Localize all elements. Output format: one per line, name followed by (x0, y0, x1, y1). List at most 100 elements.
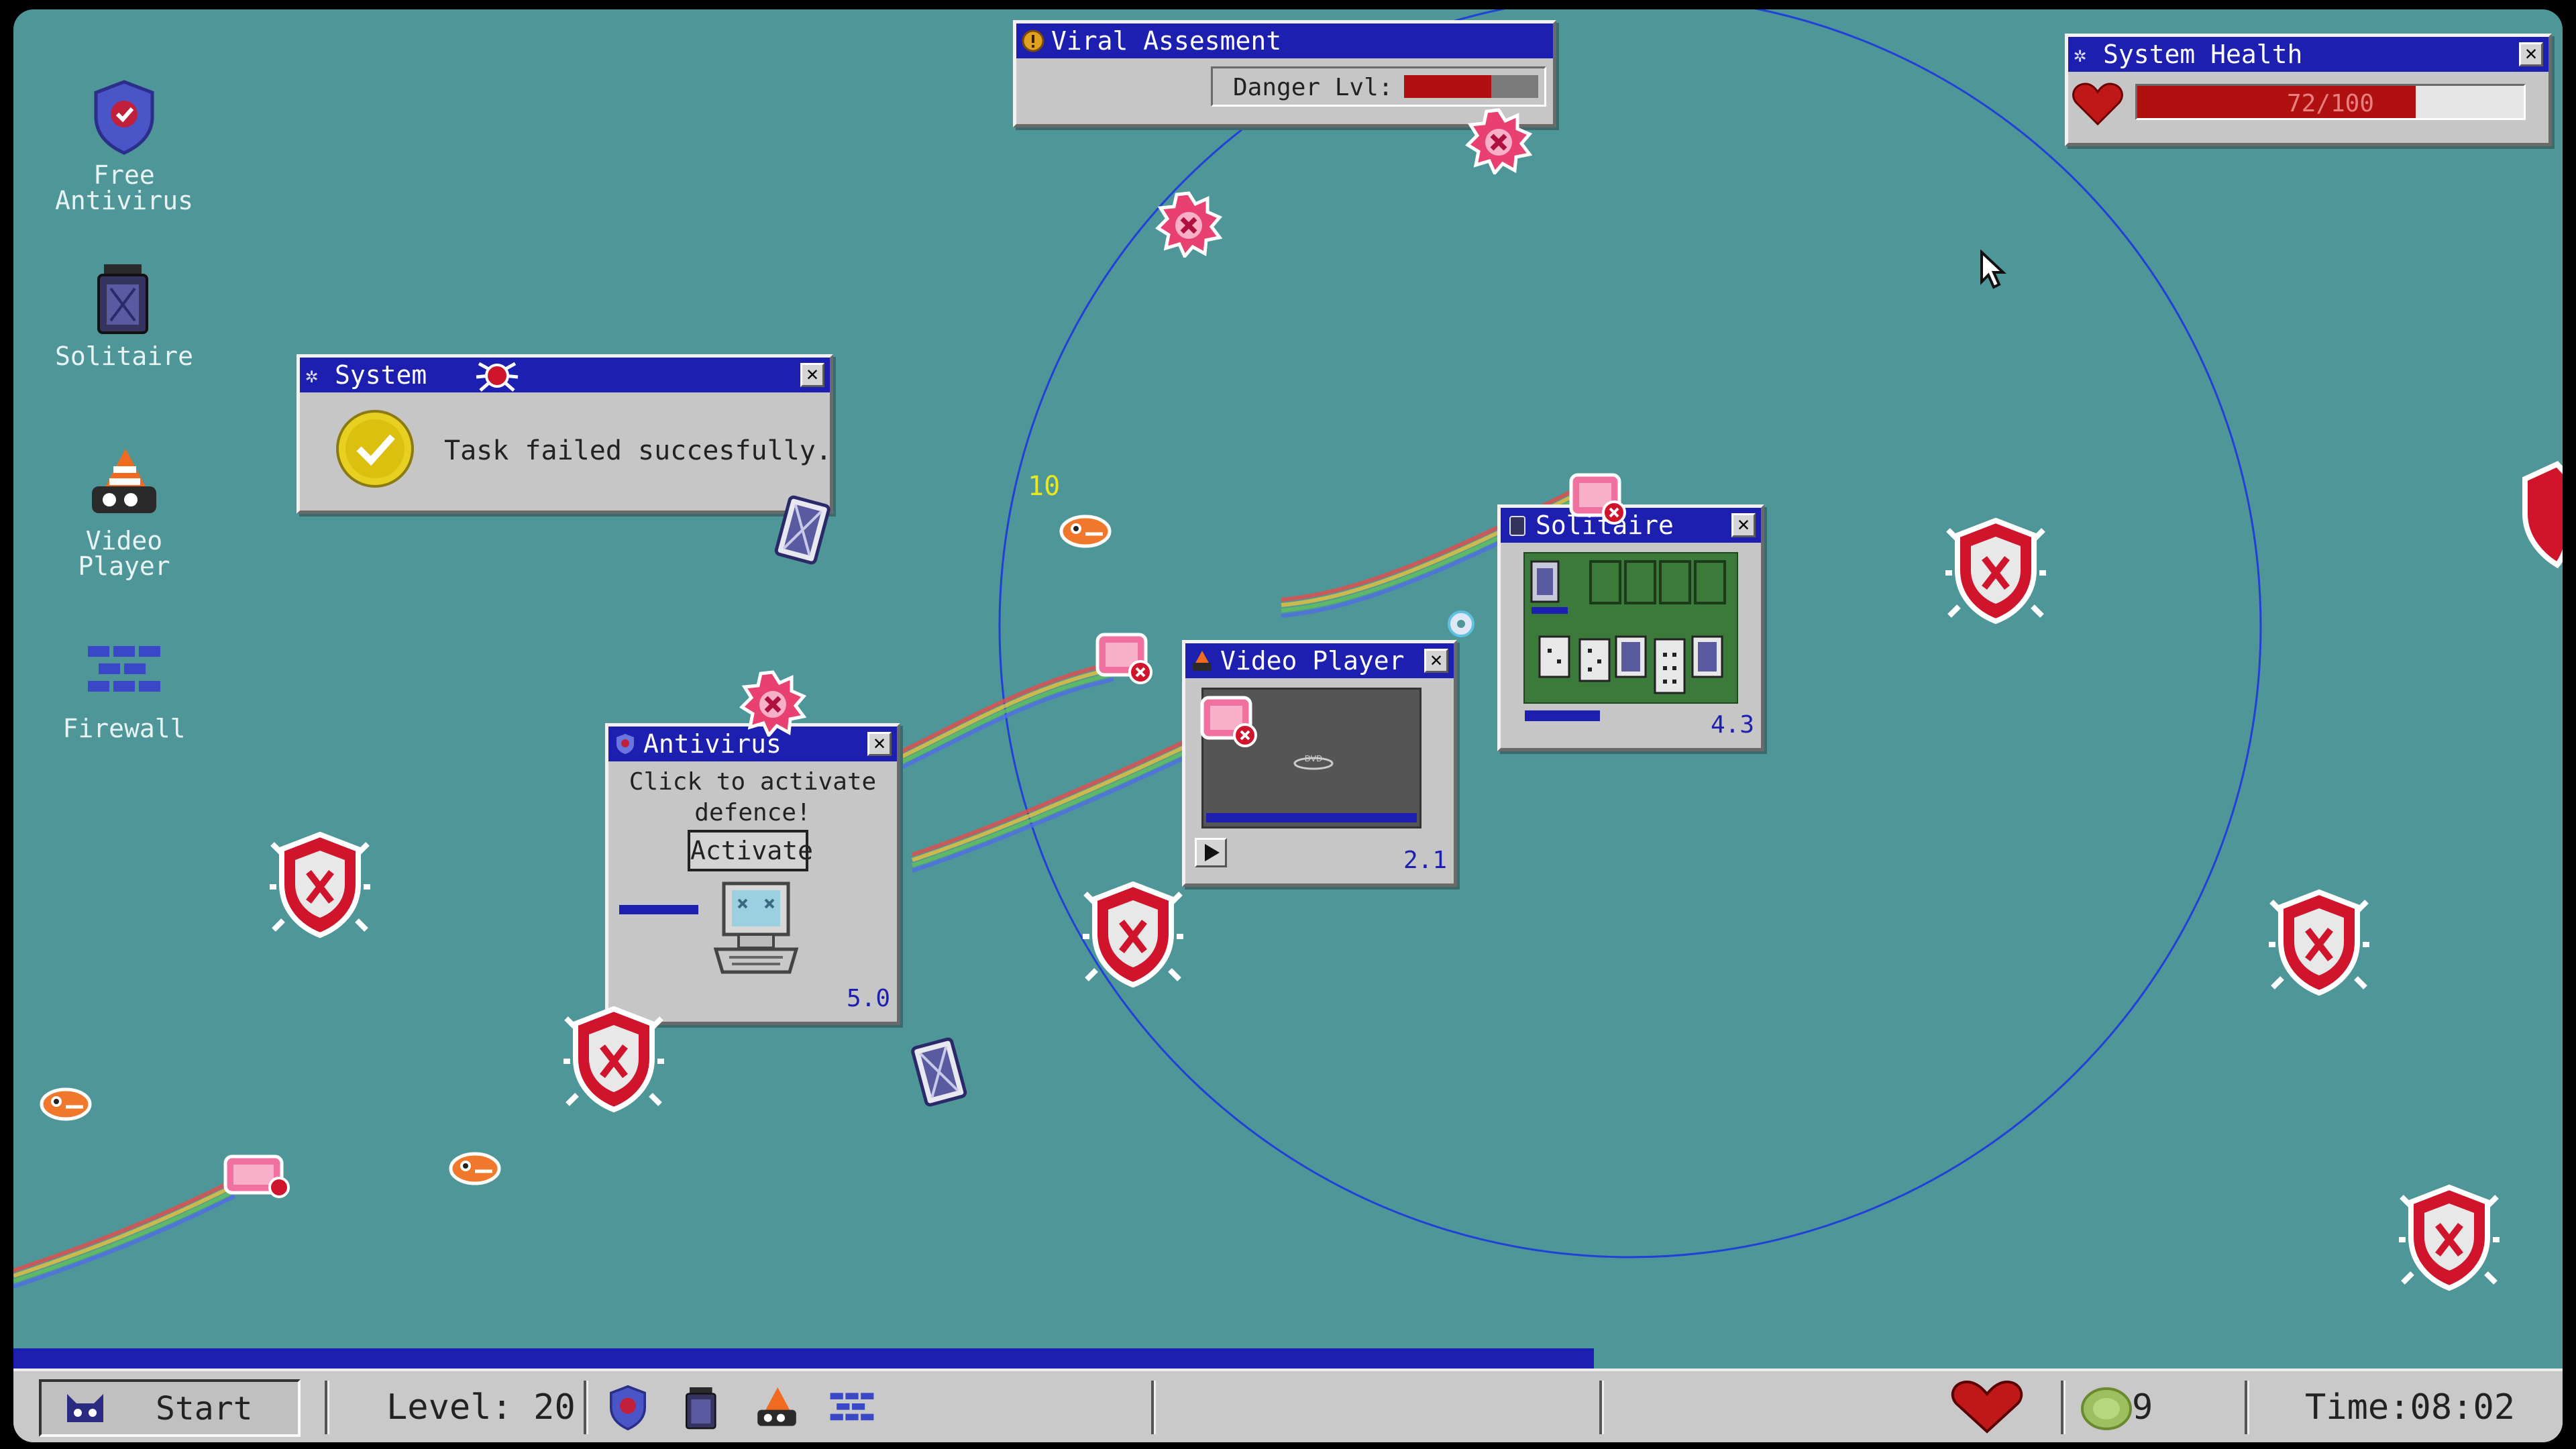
card-projectile (774, 495, 830, 565)
taskbar-video-player-icon[interactable] (750, 1383, 804, 1432)
system-dialog-message: Task failed succesfully. (444, 435, 832, 466)
taskbar-separator (584, 1381, 588, 1434)
cat-icon (67, 1394, 103, 1422)
shield-bug-enemy (270, 831, 370, 938)
shield-bug-enemy (2522, 461, 2563, 569)
close-button[interactable]: ✕ (800, 363, 824, 387)
floating-damage-number: 10 (1028, 471, 1061, 502)
taskbar-separator (1599, 1381, 1604, 1434)
system-health-titlebar[interactable]: ✲ System Health ✕ (2068, 37, 2548, 72)
shield-bug-enemy (2399, 1184, 2500, 1291)
gear-icon: ✲ (305, 362, 319, 388)
desktop-icon-free-antivirus[interactable]: Free Antivirus (40, 76, 208, 213)
mouse-cursor (1980, 250, 2007, 289)
taskbar-solitaire-icon[interactable] (678, 1383, 726, 1432)
time-display: Time:08:02 (2305, 1387, 2516, 1428)
close-button[interactable]: ✕ (867, 732, 892, 756)
start-button[interactable]: Start (39, 1379, 301, 1437)
heart-icon (2072, 83, 2123, 126)
shield-icon (616, 734, 634, 754)
shield-bug-enemy (2269, 889, 2369, 996)
spiky-virus-enemy (1155, 191, 1222, 258)
danger-level-fill (1404, 75, 1491, 98)
heart-icon (1951, 1381, 2023, 1434)
shield-bug-enemy (564, 1006, 664, 1113)
spider-virus-enemy (476, 362, 519, 392)
video-player-title: Video Player (1220, 646, 1405, 676)
system-dialog-titlebar[interactable]: ✲ System ✕ (300, 358, 830, 392)
taskbar-antivirus-icon[interactable] (604, 1383, 652, 1432)
solitaire-icon (84, 258, 164, 338)
wave-progress-bar (13, 1348, 1594, 1368)
start-label: Start (156, 1390, 253, 1428)
viral-assessment-titlebar[interactable]: Viral Assesment (1016, 23, 1553, 58)
system-dialog-title: System (335, 360, 427, 390)
worm-enemy (40, 1087, 92, 1121)
desktop-icon-label: Video Player (78, 526, 170, 581)
video-player-icon (84, 442, 164, 523)
worm-enemy (449, 1152, 501, 1185)
system-dialog: ✲ System ✕ Task failed succesfully. (297, 354, 833, 514)
desktop-icon-solitaire[interactable]: Solitaire (40, 258, 208, 369)
card-projectile (911, 1037, 967, 1107)
shield-bug-enemy (1945, 517, 2046, 625)
play-icon (1205, 844, 1220, 861)
desktop-icon-label: Firewall (62, 714, 186, 743)
trojan-enemy (1569, 473, 1626, 525)
shield-icon (84, 76, 164, 157)
desktop-icon-firewall[interactable]: Firewall (40, 630, 208, 741)
computer-icon (713, 881, 799, 974)
desktop-icon-label: Free Antivirus (55, 160, 193, 215)
system-health-window: ✲ System Health ✕ 72/100 (2065, 34, 2552, 146)
danger-level-label: Danger Lvl: (1233, 74, 1393, 101)
danger-level-meter (1404, 75, 1538, 98)
taskbar: Start Level: 20 9 Time:08:02 (13, 1368, 2563, 1442)
desktop-icon-label: Solitaire (55, 341, 193, 371)
video-player-window: Video Player ✕ DVD 2.1 (1182, 640, 1457, 887)
taskbar-separator (2245, 1381, 2249, 1434)
system-health-title: System Health (2103, 40, 2303, 69)
close-button[interactable]: ✕ (2519, 42, 2543, 66)
desktop[interactable]: Free Antivirus Solitaire Video Player Fi… (13, 9, 2563, 1442)
solitaire-board (1523, 552, 1738, 704)
viral-assessment-title: Viral Assesment (1051, 26, 1282, 56)
firewall-icon (84, 630, 164, 710)
video-player-titlebar[interactable]: Video Player ✕ (1185, 643, 1454, 678)
spiky-virus-enemy (739, 670, 806, 737)
taskbar-separator (1151, 1381, 1156, 1434)
checkmark-icon (336, 410, 414, 488)
level-indicator: Level: 20 (386, 1387, 576, 1428)
close-button[interactable]: ✕ (1424, 649, 1448, 673)
coin-icon (2081, 1387, 2132, 1430)
video-player-icon (1193, 651, 1212, 671)
trojan-enemy (1095, 633, 1152, 684)
desktop-icon-video-player[interactable]: Video Player (40, 442, 208, 579)
solitaire-value: 4.3 (1710, 711, 1754, 739)
antivirus-value: 5.0 (846, 985, 890, 1012)
trojan-enemy (1200, 696, 1257, 747)
solitaire-window: Solitaire ✕ 4.3 (1497, 504, 1764, 751)
antivirus-window: Antivirus ✕ Click to activate defence! A… (605, 723, 900, 1025)
cd-disc-projectile (1448, 610, 1474, 637)
solitaire-cooldown-bar (1525, 710, 1600, 721)
svg-text:DVD: DVD (1305, 754, 1322, 763)
play-button[interactable] (1195, 838, 1227, 867)
antivirus-cooldown-bar (619, 905, 698, 914)
taskbar-firewall-icon[interactable] (825, 1383, 879, 1432)
health-value-text: 72/100 (2286, 90, 2375, 117)
health-bar: 72/100 (2135, 84, 2526, 120)
close-button[interactable]: ✕ (1731, 513, 1756, 537)
taskbar-separator (325, 1381, 329, 1434)
activate-button[interactable]: Activate (688, 830, 813, 871)
gear-icon: ✲ (2074, 42, 2087, 67)
spiky-virus-enemy (1465, 108, 1532, 174)
shield-bug-enemy (1083, 881, 1183, 988)
video-player-value: 2.1 (1403, 847, 1447, 874)
danger-level-panel: Danger Lvl: (1211, 66, 1546, 107)
antivirus-message: Click to activate defence! (629, 768, 877, 826)
trojan-enemy (223, 1155, 290, 1198)
solitaire-icon (1509, 516, 1525, 536)
dvd-logo-icon: DVD (1293, 754, 1334, 770)
video-progress-bar (1206, 813, 1417, 822)
warning-icon (1022, 30, 1044, 52)
